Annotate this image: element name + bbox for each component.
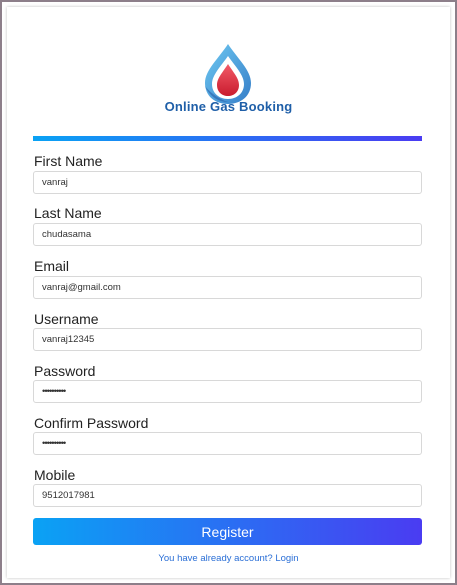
- brand-name: Online Gas Booking: [164, 99, 293, 114]
- mobile-label: Mobile: [34, 467, 76, 483]
- confirm-password-field[interactable]: [33, 432, 422, 455]
- mobile-field[interactable]: [33, 484, 422, 507]
- password-label: Password: [34, 363, 96, 379]
- brand-logo: Online Gas Booking: [0, 30, 457, 120]
- email-label: Email: [34, 258, 70, 274]
- username-label: Username: [34, 311, 99, 327]
- last-name-label: Last Name: [34, 205, 102, 221]
- confirm-password-label: Confirm Password: [34, 415, 149, 431]
- email-field[interactable]: [33, 276, 422, 299]
- password-field[interactable]: [33, 380, 422, 403]
- login-link[interactable]: You have already account? Login: [0, 553, 457, 564]
- username-field[interactable]: [33, 328, 422, 351]
- first-name-field[interactable]: [33, 171, 422, 194]
- register-button[interactable]: Register: [33, 518, 422, 545]
- last-name-field[interactable]: [33, 223, 422, 246]
- first-name-label: First Name: [34, 153, 103, 169]
- header-gradient-bar: [33, 136, 422, 141]
